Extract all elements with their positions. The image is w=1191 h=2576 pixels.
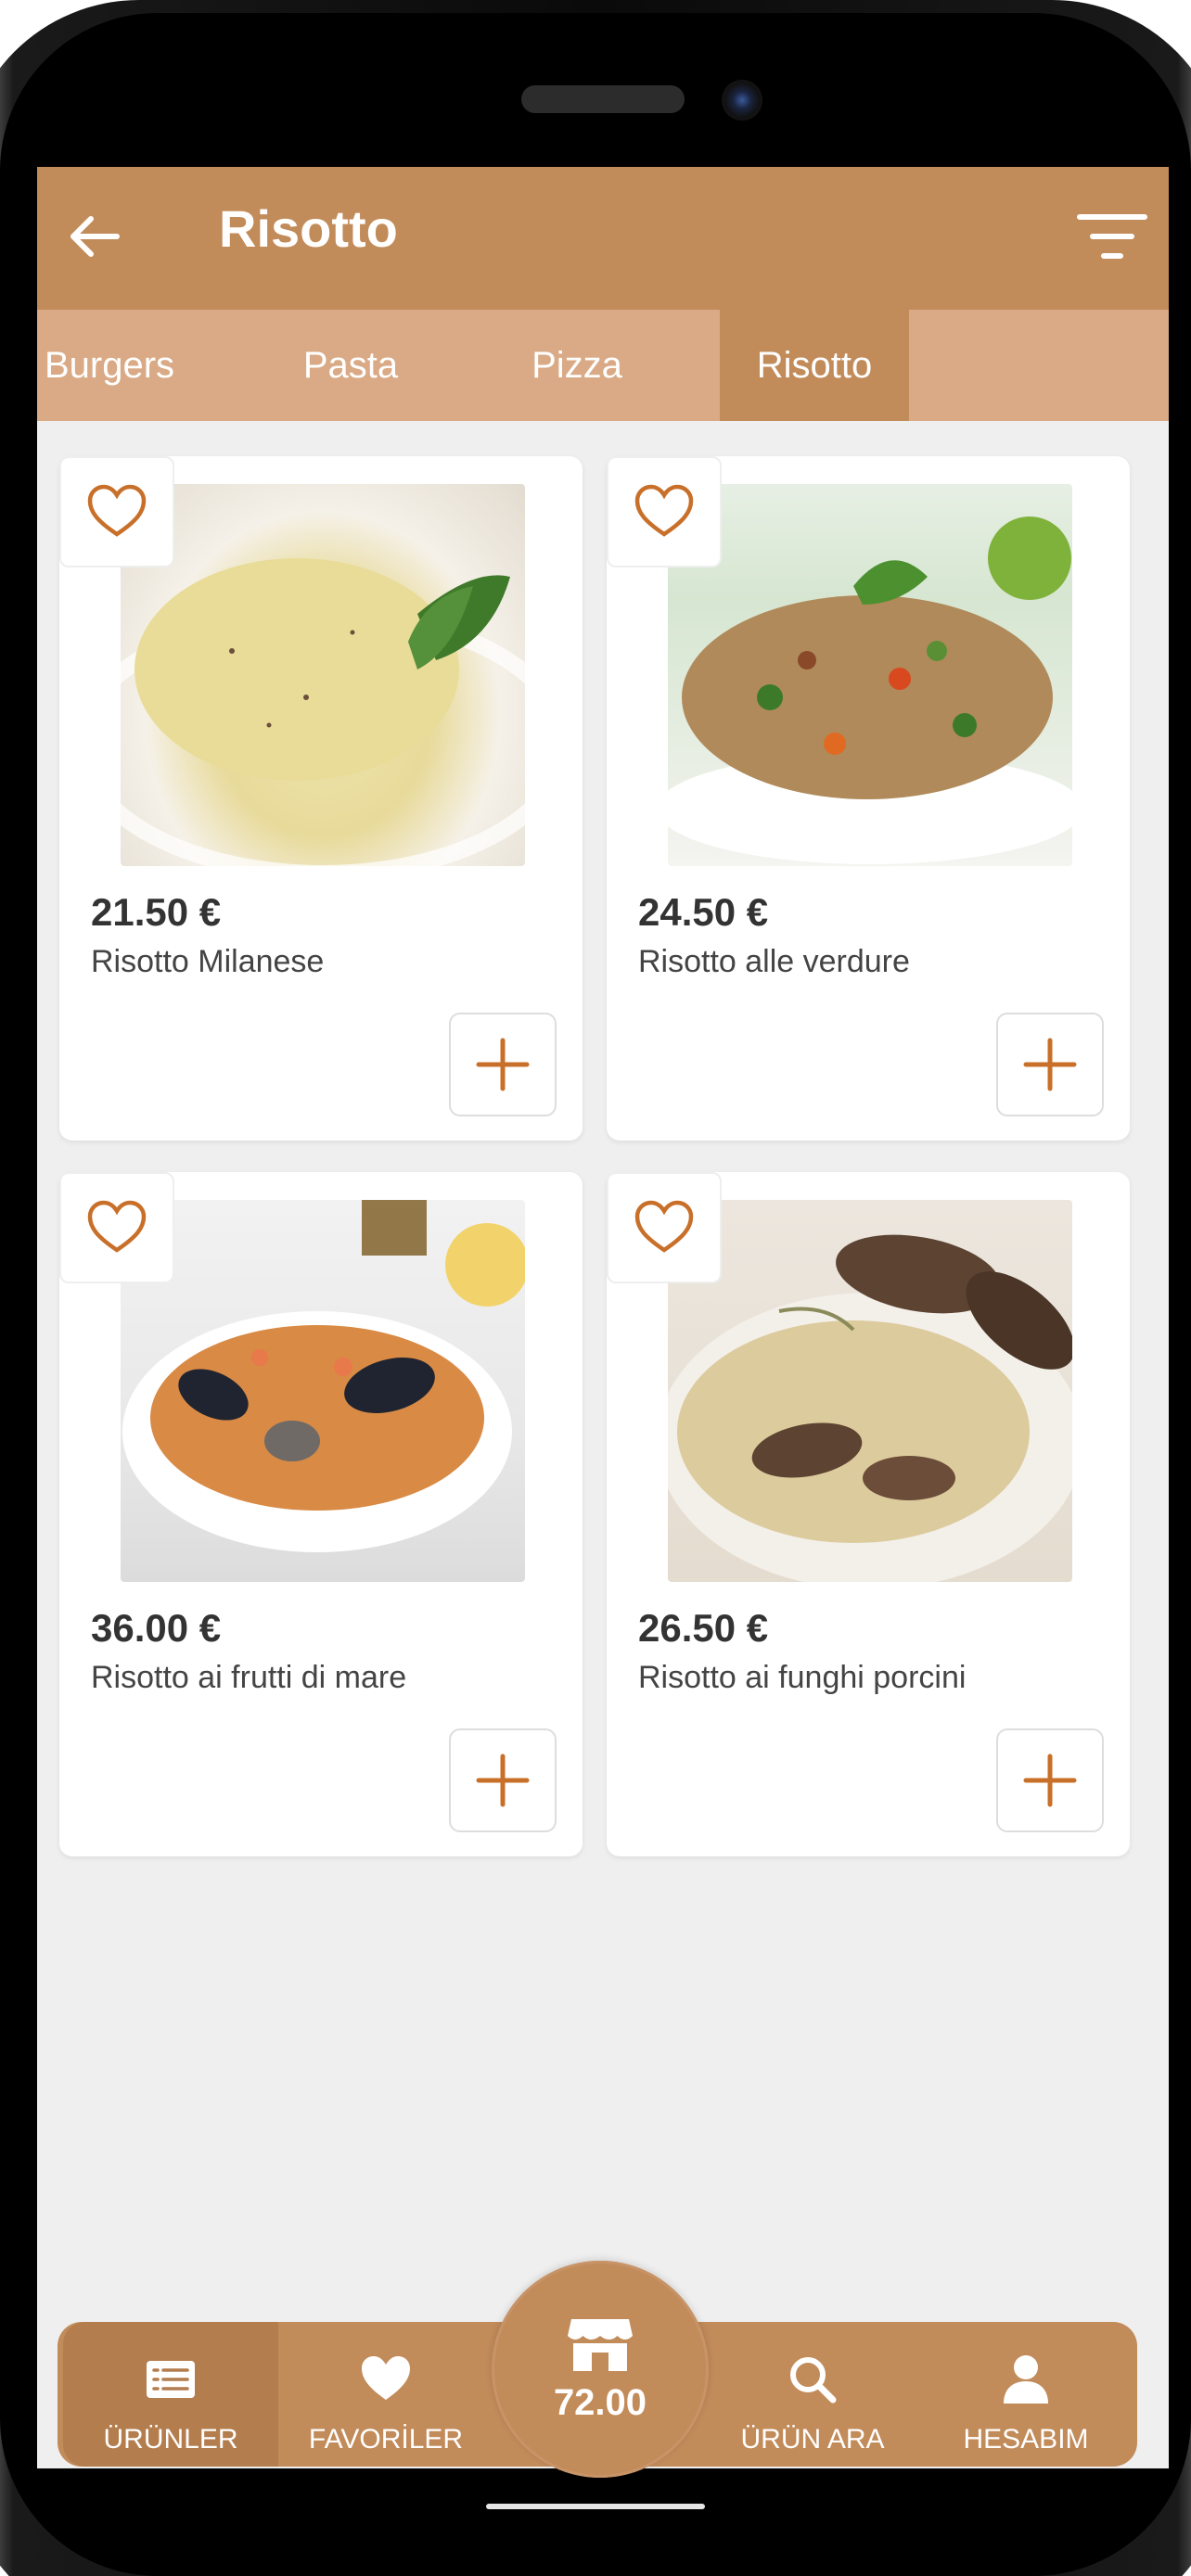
add-to-cart-button[interactable]	[996, 1728, 1104, 1832]
product-card[interactable]: 26.50 € Risotto ai funghi porcini	[607, 1172, 1130, 1856]
store-icon	[568, 2318, 633, 2371]
add-to-cart-button[interactable]	[449, 1013, 557, 1116]
product-card[interactable]: 24.50 € Risotto alle verdure	[607, 456, 1130, 1141]
search-icon	[790, 2357, 837, 2404]
product-image[interactable]	[121, 1200, 525, 1582]
nav-favorites[interactable]: FAVORİLER	[278, 2322, 493, 2467]
back-arrow-icon[interactable]	[63, 206, 124, 267]
top-app-bar: Risotto	[37, 167, 1169, 310]
product-card[interactable]: 21.50 € Risotto Milanese	[59, 456, 583, 1141]
plus-icon	[1023, 1753, 1077, 1807]
product-name: Risotto Milanese	[91, 944, 325, 979]
product-image[interactable]	[668, 484, 1072, 866]
favorite-button[interactable]	[59, 1172, 174, 1283]
cart-total: 72.00	[553, 2381, 647, 2423]
product-name: Risotto ai funghi porcini	[638, 1660, 967, 1695]
user-icon	[1004, 2355, 1048, 2404]
product-price: 24.50 €	[638, 890, 769, 934]
tab-label: Pizza	[531, 344, 622, 386]
tab-pasta[interactable]: Pasta	[250, 310, 451, 421]
heart-outline-icon	[87, 484, 147, 537]
product-name: Risotto alle verdure	[638, 944, 910, 979]
nav-search[interactable]: ÜRÜN ARA	[705, 2322, 920, 2467]
product-price: 36.00 €	[91, 1606, 222, 1650]
heart-outline-icon	[634, 484, 694, 537]
speaker-grille	[521, 85, 685, 113]
plus-icon	[476, 1038, 530, 1091]
tab-label: Pasta	[302, 344, 399, 386]
nav-label: ÜRÜNLER	[103, 2424, 238, 2455]
nav-products[interactable]: ÜRÜNLER	[63, 2322, 278, 2467]
list-icon	[147, 2361, 195, 2398]
page-title: Risotto	[219, 199, 398, 258]
product-image[interactable]	[668, 1200, 1072, 1582]
favorite-button[interactable]	[607, 1172, 722, 1283]
favorite-button[interactable]	[607, 456, 722, 567]
product-card[interactable]: 36.00 € Risotto ai frutti di mare	[59, 1172, 583, 1856]
plus-icon	[476, 1753, 530, 1807]
home-indicator	[486, 2504, 705, 2509]
nav-label: HESABIM	[963, 2424, 1089, 2455]
filter-icon[interactable]	[1076, 206, 1148, 267]
add-to-cart-button[interactable]	[996, 1013, 1104, 1116]
tab-burgers[interactable]: Burgers	[37, 310, 217, 421]
add-to-cart-button[interactable]	[449, 1728, 557, 1832]
product-price: 21.50 €	[91, 890, 222, 934]
product-image[interactable]	[121, 484, 525, 866]
heart-icon	[362, 2356, 410, 2400]
tab-risotto[interactable]: Risotto	[720, 310, 909, 421]
tab-pizza[interactable]: Pizza	[480, 310, 673, 421]
product-name: Risotto ai frutti di mare	[91, 1660, 407, 1695]
cart-button[interactable]: 72.00	[492, 2261, 709, 2478]
heart-outline-icon	[87, 1200, 147, 1253]
nav-label: ÜRÜN ARA	[740, 2424, 885, 2455]
nav-account[interactable]: HESABIM	[918, 2322, 1133, 2467]
tab-label: Burgers	[44, 344, 175, 386]
app-screen: Risotto Burgers Pasta Pizza Risotto 21.5…	[37, 167, 1169, 2468]
nav-label: FAVORİLER	[308, 2424, 464, 2455]
category-tabs: Burgers Pasta Pizza Risotto	[37, 310, 1169, 421]
favorite-button[interactable]	[59, 456, 174, 567]
heart-outline-icon	[634, 1200, 694, 1253]
plus-icon	[1023, 1038, 1077, 1091]
product-price: 26.50 €	[638, 1606, 769, 1650]
tab-label: Risotto	[756, 344, 873, 386]
front-camera	[722, 80, 762, 121]
